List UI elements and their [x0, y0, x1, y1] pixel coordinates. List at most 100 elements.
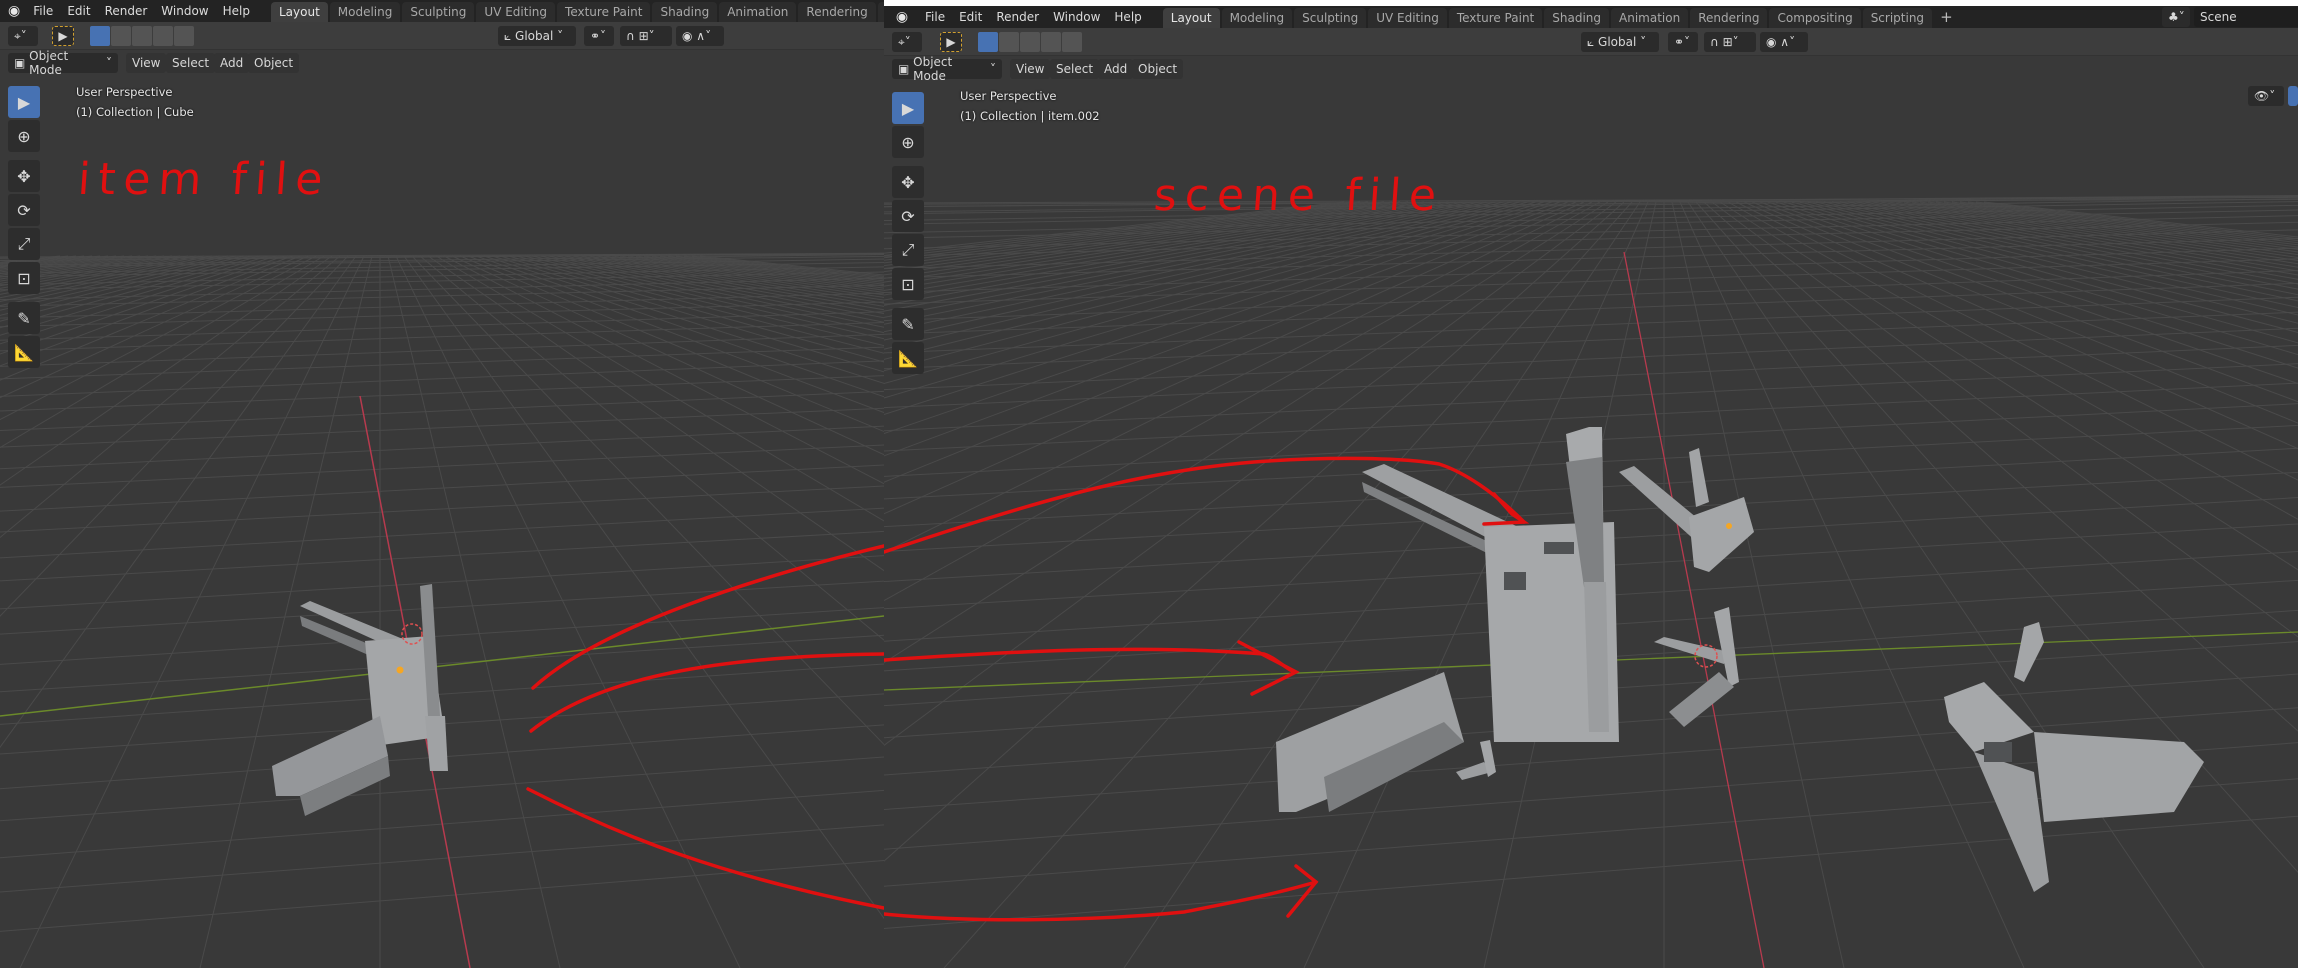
tool-transform-icon[interactable]: ⊡ — [892, 268, 924, 300]
object-menu[interactable]: Object — [248, 53, 300, 73]
tab-texture-paint[interactable]: Texture Paint — [557, 2, 651, 22]
transform-orientation-dropdown[interactable]: ⟀ Global ˅ — [1581, 32, 1659, 52]
menu-render[interactable]: Render — [989, 10, 1046, 24]
tool-select-box-icon[interactable]: ▶ — [8, 86, 40, 118]
select-invert-icon[interactable] — [153, 26, 173, 46]
object-mode-icon: ▣ — [898, 62, 914, 76]
select-extend-icon[interactable] — [999, 32, 1019, 52]
top-bar: ◉ File Edit Render Window Help Layout Mo… — [884, 6, 2298, 28]
item-small[interactable] — [1456, 740, 1496, 780]
editor-type-icon[interactable]: ⌖˅ — [8, 26, 38, 46]
tool-annotate-icon[interactable]: ✎ — [892, 308, 924, 340]
tab-rendering[interactable]: Rendering — [798, 2, 876, 22]
tab-modeling[interactable]: Modeling — [329, 2, 401, 22]
tab-shading[interactable]: Shading — [1544, 8, 1609, 28]
select-menu[interactable]: Select — [1050, 59, 1100, 79]
select-subtract-icon[interactable] — [132, 26, 152, 46]
menu-help[interactable]: Help — [216, 4, 257, 18]
select-tool-icon[interactable]: ▶ — [940, 32, 962, 52]
item-top-right[interactable] — [1619, 448, 1754, 572]
select-extend-icon[interactable] — [111, 26, 131, 46]
tab-uv-editing[interactable]: UV Editing — [476, 2, 556, 22]
tab-scripting[interactable]: Scripting — [1862, 8, 1933, 28]
tab-compositing[interactable]: Compositing — [1769, 8, 1861, 28]
menu-file[interactable]: File — [918, 10, 952, 24]
tool-measure-icon[interactable]: 📐 — [892, 342, 924, 374]
origin-point — [1726, 523, 1732, 529]
tab-layout[interactable]: Layout — [270, 2, 328, 22]
tab-animation[interactable]: Animation — [1611, 8, 1689, 28]
orientation-icon: ⟀ — [1587, 34, 1599, 49]
tool-select-box-icon[interactable]: ▶ — [892, 92, 924, 124]
view-menu[interactable]: View — [126, 53, 167, 73]
add-menu[interactable]: Add — [1098, 59, 1134, 79]
transform-orientation-dropdown[interactable]: ⟀ Global ˅ — [498, 26, 576, 46]
tab-layout[interactable]: Layout — [1162, 8, 1220, 28]
tool-move-icon[interactable]: ✥ — [892, 166, 924, 198]
tool-rotate-icon[interactable]: ⟳ — [892, 200, 924, 232]
pivot-point-dropdown[interactable]: ⚭˅ — [1668, 32, 1698, 52]
menu-window[interactable]: Window — [154, 4, 215, 18]
tool-cursor-icon[interactable]: ⊕ — [8, 120, 40, 152]
tab-sculpting[interactable]: Sculpting — [1294, 8, 1367, 28]
object-mode-label: Object Mode — [913, 55, 953, 83]
pivot-point-dropdown[interactable]: ⚭˅ — [584, 26, 614, 46]
menu-help[interactable]: Help — [1107, 10, 1148, 24]
editor-type-icon[interactable]: ⌖˅ — [892, 32, 922, 52]
select-subtract-icon[interactable] — [1020, 32, 1040, 52]
tab-animation[interactable]: Animation — [719, 2, 797, 22]
tool-move-icon[interactable]: ✥ — [8, 160, 40, 192]
snap-toggle[interactable]: ∩ ⊞˅ — [1704, 32, 1756, 52]
item-large[interactable] — [1276, 427, 1619, 812]
tab-rendering[interactable]: Rendering — [1690, 8, 1768, 28]
tool-scale-icon[interactable]: ⤢ — [892, 234, 924, 266]
select-intersect-icon[interactable] — [1062, 32, 1082, 52]
scene-selector-icon[interactable]: ♣˅ — [2162, 7, 2190, 27]
annotation-item-file: item file — [76, 154, 333, 205]
proportional-edit-toggle[interactable]: ◉ ∧˅ — [1760, 32, 1808, 52]
tool-cursor-icon[interactable]: ⊕ — [892, 126, 924, 158]
gizmo-toggle[interactable] — [2288, 86, 2298, 106]
floor-grid — [0, 252, 884, 968]
scene-name-field[interactable]: Scene — [2194, 7, 2298, 27]
3d-viewport[interactable]: User Perspective (1) Collection | item.0… — [884, 82, 2298, 968]
blender-logo-icon[interactable]: ◉ — [892, 7, 912, 27]
tool-annotate-icon[interactable]: ✎ — [8, 302, 40, 334]
blender-logo-icon[interactable]: ◉ — [8, 1, 20, 21]
orientation-label: Global — [1598, 35, 1637, 49]
3d-viewport[interactable]: User Perspective (1) Collection | Cube ▶… — [0, 76, 884, 968]
menu-window[interactable]: Window — [1046, 10, 1107, 24]
object-mode-dropdown[interactable]: ▣ Object Mode ˅ — [8, 49, 118, 77]
snap-toggle[interactable]: ∩ ⊞˅ — [620, 26, 672, 46]
tab-uv-editing[interactable]: UV Editing — [1368, 8, 1447, 28]
tab-shading[interactable]: Shading — [652, 2, 718, 22]
menu-render[interactable]: Render — [98, 4, 155, 18]
select-new-icon[interactable] — [90, 26, 110, 46]
select-menu[interactable]: Select — [166, 53, 216, 73]
tab-sculpting[interactable]: Sculpting — [402, 2, 475, 22]
object-mode-dropdown[interactable]: ▣ Object Mode ˅ — [892, 55, 1002, 83]
select-new-icon[interactable] — [978, 32, 998, 52]
view-menu[interactable]: View — [1010, 59, 1051, 79]
select-tool-icon[interactable]: ▶ — [52, 26, 74, 46]
menu-file[interactable]: File — [26, 4, 60, 18]
visibility-selectability-icon[interactable]: 👁˅ — [2248, 86, 2284, 106]
select-intersect-icon[interactable] — [174, 26, 194, 46]
top-bar: ◉ File Edit Render Window Help Layout Mo… — [0, 0, 884, 22]
tab-texture-paint[interactable]: Texture Paint — [1448, 8, 1543, 28]
add-workspace-button[interactable]: + — [1934, 8, 1959, 28]
tab-modeling[interactable]: Modeling — [1221, 8, 1293, 28]
tool-measure-icon[interactable]: 📐 — [8, 336, 40, 368]
tool-rotate-icon[interactable]: ⟳ — [8, 194, 40, 226]
y-axis-line — [0, 615, 884, 717]
select-invert-icon[interactable] — [1041, 32, 1061, 52]
menu-edit[interactable]: Edit — [952, 10, 989, 24]
tool-transform-icon[interactable]: ⊡ — [8, 262, 40, 294]
menu-edit[interactable]: Edit — [60, 4, 97, 18]
proportional-edit-toggle[interactable]: ◉ ∧˅ — [676, 26, 724, 46]
object-mode-icon: ▣ — [14, 56, 30, 70]
item-far-right[interactable] — [1944, 622, 2204, 892]
tool-scale-icon[interactable]: ⤢ — [8, 228, 40, 260]
object-menu[interactable]: Object — [1132, 59, 1184, 79]
add-menu[interactable]: Add — [214, 53, 250, 73]
